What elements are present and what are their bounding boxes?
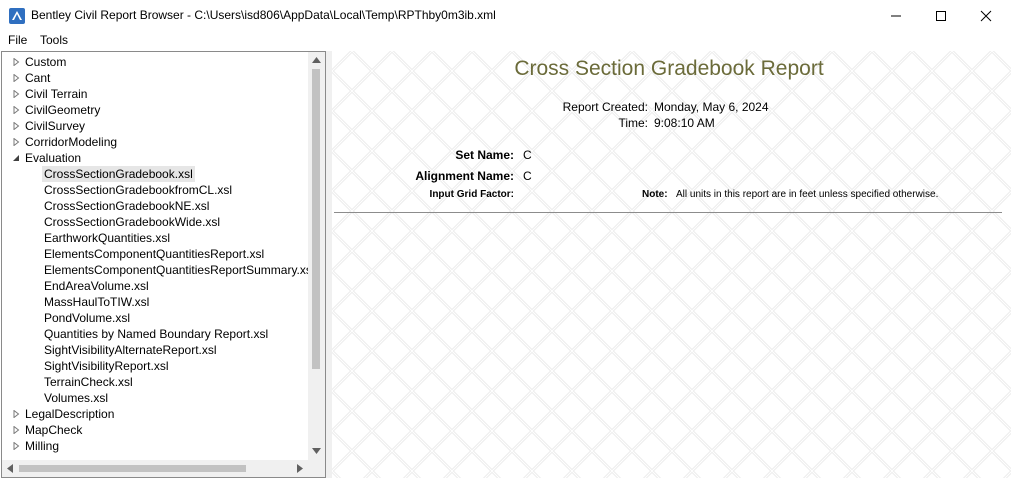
tree-item-label: Cant — [25, 71, 51, 85]
tree-item-label: Quantities by Named Boundary Report.xsl — [44, 327, 269, 341]
time-value: 9:08:10 AM — [654, 116, 715, 130]
tree-item-label: CivilGeometry — [25, 103, 101, 117]
window-title: Bentley Civil Report Browser - C:\Users\… — [31, 8, 496, 22]
maximize-icon — [936, 10, 946, 21]
tree-item-label: CrossSectionGradebookNE.xsl — [44, 199, 210, 213]
input-grid-factor-label: Input Grid Factor: — [429, 189, 514, 200]
tree-item-label: MapCheck — [25, 423, 83, 437]
expand-right-icon[interactable] — [12, 426, 20, 434]
expand-right-icon[interactable] — [12, 442, 20, 450]
alignment-name-value: C — [523, 169, 532, 183]
bentley-app-icon — [9, 8, 25, 24]
scrollbar-corner — [308, 460, 325, 477]
tree-item-label: MassHaulToTIW.xsl — [44, 295, 150, 309]
report-created-value: Monday, May 6, 2024 — [654, 100, 769, 114]
set-name-value: C — [523, 148, 532, 162]
tree-item-label: CrossSectionGradebookWide.xsl — [44, 215, 221, 229]
time-label: Time: — [618, 116, 648, 130]
expand-right-icon[interactable] — [12, 90, 20, 98]
expand-right-icon[interactable] — [12, 58, 20, 66]
note-text: All units in this report are in feet unl… — [676, 189, 939, 200]
report-view: Cross Section Gradebook Report Report Cr… — [332, 51, 1011, 478]
tree-item-label: CrossSectionGradebook.xsl — [42, 166, 195, 182]
report-title: Cross Section Gradebook Report — [514, 57, 824, 80]
tree-item-label: Volumes.xsl — [44, 391, 109, 405]
menu-bar: File Tools — [0, 31, 1011, 50]
tree-item-label: CivilSurvey — [25, 119, 86, 133]
scroll-down-icon[interactable] — [312, 448, 321, 454]
tree-item-label: SightVisibilityAlternateReport.xsl — [44, 343, 217, 357]
report-created-label: Report Created: — [562, 100, 648, 114]
tree-vertical-scrollbar[interactable] — [308, 52, 325, 460]
close-icon — [980, 10, 992, 21]
tree-item-label: Milling — [25, 439, 60, 453]
report-tree[interactable]: Custom Cant Civil Terrain CivilGeometry Civi… — [1, 51, 326, 478]
expand-down-icon[interactable] — [12, 154, 20, 162]
expand-right-icon[interactable] — [12, 74, 20, 82]
expand-right-icon[interactable] — [12, 138, 20, 146]
alignment-name-label: Alignment Name: — [415, 169, 514, 183]
tree-item-label: CrossSectionGradebookfromCL.xsl — [44, 183, 233, 197]
expand-right-icon[interactable] — [12, 410, 20, 418]
expand-right-icon[interactable] — [12, 122, 20, 130]
tree-item-label: EndAreaVolume.xsl — [44, 279, 149, 293]
menu-file[interactable]: File — [8, 33, 27, 47]
report-divider — [334, 212, 1002, 213]
tree-item-label: Custom — [25, 55, 67, 69]
tree-item-label: LegalDescription — [25, 407, 115, 421]
close-button[interactable] — [963, 0, 1009, 31]
tree-item-label: PondVolume.xsl — [44, 311, 131, 325]
tree-item-label: Civil Terrain — [25, 87, 88, 101]
tree-horizontal-scrollbar[interactable] — [2, 460, 308, 477]
tree-item-label: ElementsComponentQuantitiesReport.xsl — [44, 247, 265, 261]
tree-item-label: CorridorModeling — [25, 135, 118, 149]
expand-right-icon[interactable] — [12, 106, 20, 114]
scroll-right-icon[interactable] — [297, 464, 303, 473]
minimize-icon — [891, 15, 901, 16]
tree-item-label: EarthworkQuantities.xsl — [44, 231, 171, 245]
tree-item-label: ElementsComponentQuantitiesReportSummary… — [44, 263, 312, 277]
tree-item-label: TerrainCheck.xsl — [44, 375, 133, 389]
maximize-button[interactable] — [918, 0, 964, 31]
note-label: Note: — [642, 189, 668, 200]
tree-horizontal-thumb[interactable] — [19, 465, 246, 472]
title-bar: Bentley Civil Report Browser - C:\Users\… — [0, 0, 1011, 31]
minimize-button[interactable] — [873, 0, 919, 31]
scroll-left-icon[interactable] — [7, 464, 13, 473]
set-name-label: Set Name: — [455, 148, 514, 162]
menu-tools[interactable]: Tools — [40, 33, 68, 47]
scroll-up-icon[interactable] — [312, 57, 321, 63]
tree-vertical-thumb[interactable] — [312, 69, 320, 369]
tree-item-label: Evaluation — [25, 151, 82, 165]
tree-item-label: SightVisibilityReport.xsl — [44, 359, 169, 373]
